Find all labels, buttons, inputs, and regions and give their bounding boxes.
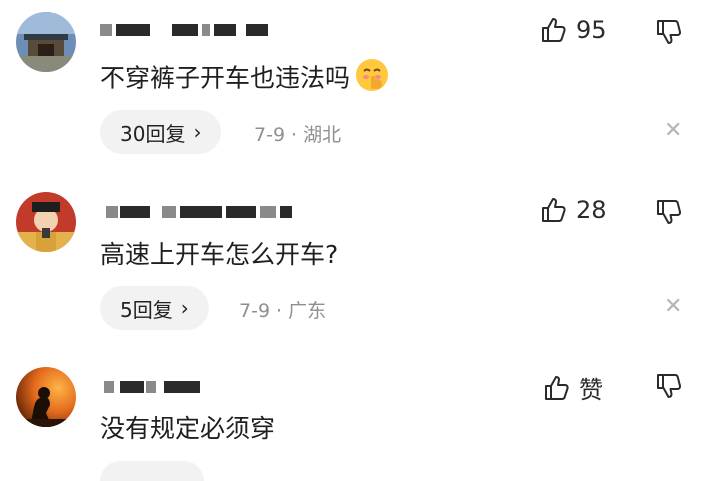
like-button[interactable]: 95 [540,16,607,44]
username-blurred[interactable] [100,202,300,222]
avatar[interactable] [16,192,76,252]
thumbs-up-icon [542,18,566,42]
like-label: 赞 [579,376,603,404]
dislike-button[interactable] [654,372,684,404]
thumbs-down-icon [657,20,682,44]
replies-button[interactable]: 5回复 › [100,286,209,330]
like-button[interactable]: 28 [540,196,607,224]
like-button[interactable]: 赞 [543,370,603,405]
meta-separator: · [276,300,283,322]
thumbs-down-icon [657,200,682,224]
thumbs-up-icon [542,198,566,222]
comment-text: 没有规定必须穿 [100,414,276,443]
comment-date: 7-9 [254,124,286,146]
comment-location: 广东 [288,300,327,322]
dislike-button[interactable] [654,18,684,50]
comment-location: 湖北 [303,124,342,146]
chevron-right-icon: › [180,296,189,320]
replies-button[interactable]: 30回复 › [100,110,222,154]
like-count: 95 [576,16,607,44]
replies-button-partial[interactable] [100,461,204,481]
meta-separator: · [291,124,298,146]
like-count: 28 [576,196,607,224]
thumbs-down-icon [657,374,682,398]
replies-label: 30回复 [120,121,186,146]
shushing-face-emoji [354,57,390,102]
comment-date: 7-9 [239,300,271,322]
username-blurred[interactable] [100,377,300,397]
comment-text: 高速上开车怎么开车? [100,240,339,269]
avatar[interactable] [16,12,76,72]
comment-meta: 7-9 · 湖北 [254,120,341,147]
replies-label: 5回复 [120,297,173,322]
comment-text-content: 不穿裤子开车也违法吗 [100,63,351,93]
close-icon[interactable]: ✕ [664,118,682,143]
chevron-right-icon: › [193,120,202,144]
username-blurred[interactable] [100,20,300,40]
thumbs-up-icon [545,375,569,400]
avatar[interactable] [16,367,76,427]
comment-text: 不穿裤子开车也违法吗 [100,57,390,102]
comment-meta: 7-9 · 广东 [239,296,326,323]
close-icon[interactable]: ✕ [664,294,682,319]
dislike-button[interactable] [654,198,684,230]
